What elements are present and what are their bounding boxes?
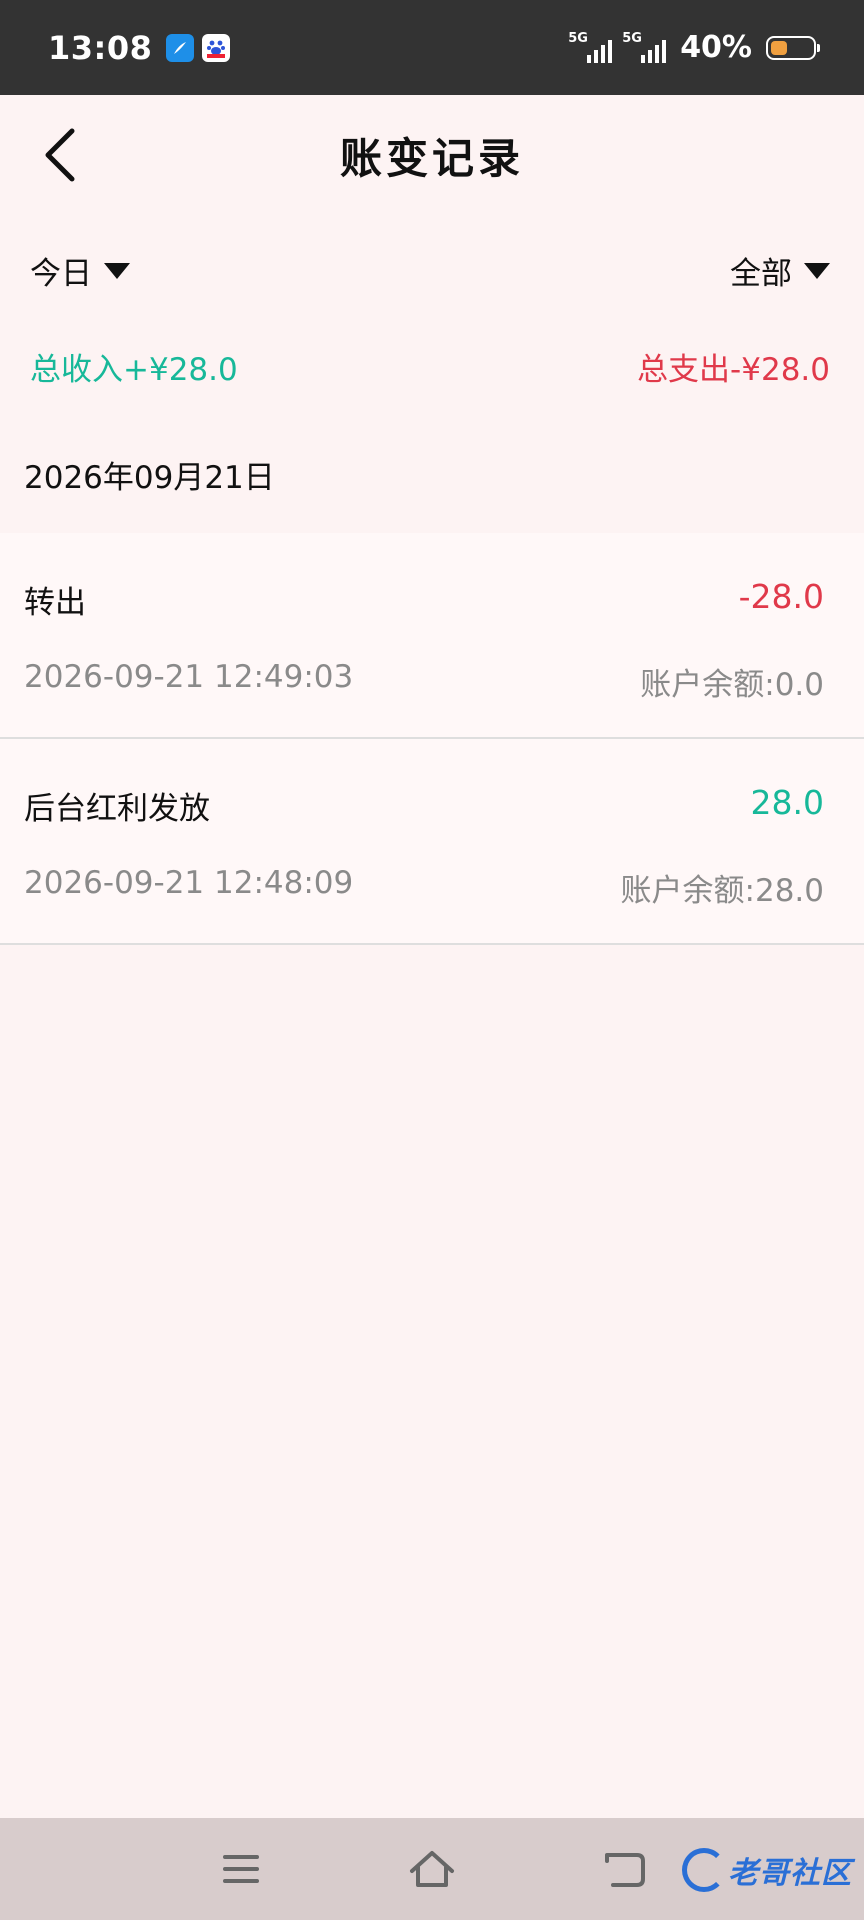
watermark-text: 老哥社区: [728, 1856, 852, 1891]
feather-app-icon: [166, 33, 195, 62]
battery-percent: 40%: [680, 30, 752, 65]
signal-icon-2: 5G: [622, 30, 667, 63]
signal-icon: 5G: [568, 30, 613, 63]
home-icon: [410, 1851, 454, 1887]
date-group-header: 2026年09月21日: [24, 460, 275, 496]
watermark-logo: 老哥社区: [682, 1840, 852, 1900]
date-filter-label: 今日: [30, 256, 92, 292]
total-income: 总收入+¥28.0: [30, 352, 238, 388]
date-filter-dropdown[interactable]: 今日: [30, 248, 130, 293]
battery-icon: [766, 35, 820, 60]
record-list: 转出 -28.0 2026-09-21 12:49:03 账户余额:0.0 后台…: [0, 533, 864, 945]
status-indicators: 5G 5G 40%: [568, 30, 820, 65]
dropdown-triangle-icon: [104, 262, 130, 279]
status-time: 13:08: [48, 28, 153, 67]
signal-label: 5G: [568, 30, 588, 46]
record-amount: -28.0: [738, 577, 824, 616]
header: 账变记录: [0, 95, 864, 215]
home-button[interactable]: [407, 1844, 457, 1894]
record-title: 后台红利发放: [24, 791, 210, 827]
baidu-app-icon: [202, 33, 231, 62]
record-row[interactable]: 后台红利发放 28.0 2026-09-21 12:48:09 账户余额:28.…: [0, 739, 864, 945]
record-row[interactable]: 转出 -28.0 2026-09-21 12:49:03 账户余额:0.0: [0, 533, 864, 739]
total-expense: 总支出-¥28.0: [637, 352, 830, 388]
navigation-bar: 老哥社区: [0, 1818, 864, 1920]
menu-button[interactable]: [216, 1844, 266, 1894]
dragon-logo-icon: [682, 1848, 726, 1892]
record-time: 2026-09-21 12:49:03: [24, 659, 354, 695]
record-title: 转出: [24, 585, 86, 621]
back-nav-icon: [605, 1853, 645, 1887]
status-bar: 13:08 5G 5G 40%: [0, 0, 864, 95]
record-time: 2026-09-21 12:48:09: [24, 865, 354, 901]
dropdown-triangle-icon: [804, 262, 830, 279]
signal-label-2: 5G: [622, 30, 642, 46]
record-balance: 账户余额:28.0: [620, 873, 824, 909]
type-filter-label: 全部: [730, 256, 792, 292]
record-balance: 账户余额:0.0: [640, 667, 824, 703]
type-filter-dropdown[interactable]: 全部: [730, 248, 830, 293]
page-title: 账变记录: [339, 134, 524, 183]
menu-icon: [223, 1855, 259, 1883]
back-nav-button[interactable]: [600, 1844, 650, 1894]
record-amount: 28.0: [750, 783, 824, 822]
